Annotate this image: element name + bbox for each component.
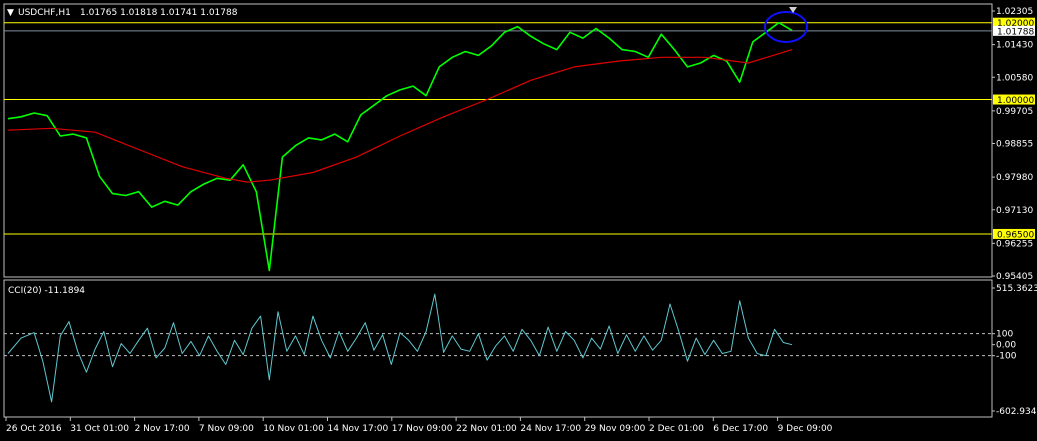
current-price-tag: 1.01788 [997,27,1034,37]
y-tick-label-7: 0.96255 [996,239,1033,249]
header-symbol: USDCHF,H1 [18,8,71,18]
chart-background [0,0,1037,441]
x-tick-label-3: 7 Nov 09:00 [199,424,254,434]
y-tick-label-3: 0.99705 [996,107,1033,117]
y-tick-label-4: 0.98855 [996,140,1033,150]
y-tick-label-1: 1.01430 [996,41,1033,51]
level-tag-1: 1.00000 [997,96,1034,106]
x-tick-label-11: 6 Dec 17:00 [713,424,768,434]
x-tick-label-7: 22 Nov 01:00 [456,424,517,434]
cci-y-tick-label-4: -602.9342 [996,407,1037,417]
cci-header: CCI(20) -11.1894 [8,286,85,296]
cci-y-tick-label-2: 0.00 [996,341,1016,351]
x-tick-label-9: 29 Nov 09:00 [585,424,646,434]
y-tick-label-0: 1.02305 [996,7,1033,17]
cci-y-tick-label-0: 515.3623 [996,284,1037,294]
y-axis-ticks: 1.02305 1.01430 1.00580 0.99705 0.98855 0.979… [992,7,1033,282]
x-tick-label-8: 24 Nov 17:00 [520,424,581,434]
cci-y-tick-label-1: 100 [996,330,1013,340]
x-tick-label-2: 2 Nov 17:00 [135,424,190,434]
y-tick-label-8: 0.95405 [996,272,1033,282]
cci-y-tick-label-3: -100 [996,352,1017,362]
x-tick-label-12: 9 Dec 09:00 [778,424,833,434]
x-tick-label-4: 10 Nov 01:00 [263,424,324,434]
y-tick-label-2: 1.00580 [996,73,1033,83]
x-tick-label-10: 2 Dec 01:00 [649,424,704,434]
y-tick-label-6: 0.97130 [996,206,1033,216]
x-tick-label-6: 17 Nov 09:00 [392,424,453,434]
header-arrow-icon[interactable]: ▼ [7,8,14,18]
x-tick-label-1: 31 Oct 01:00 [70,424,129,434]
header-ohlc: 1.01765 1.01818 1.01741 1.01788 [80,8,238,18]
y-tick-label-5: 0.97980 [996,173,1033,183]
chart: 1.020001.000000.965001.01788 1.023051.01… [0,0,1037,441]
x-tick-label-5: 14 Nov 17:00 [328,424,389,434]
x-tick-label-0: 26 Oct 2016 [6,424,62,434]
